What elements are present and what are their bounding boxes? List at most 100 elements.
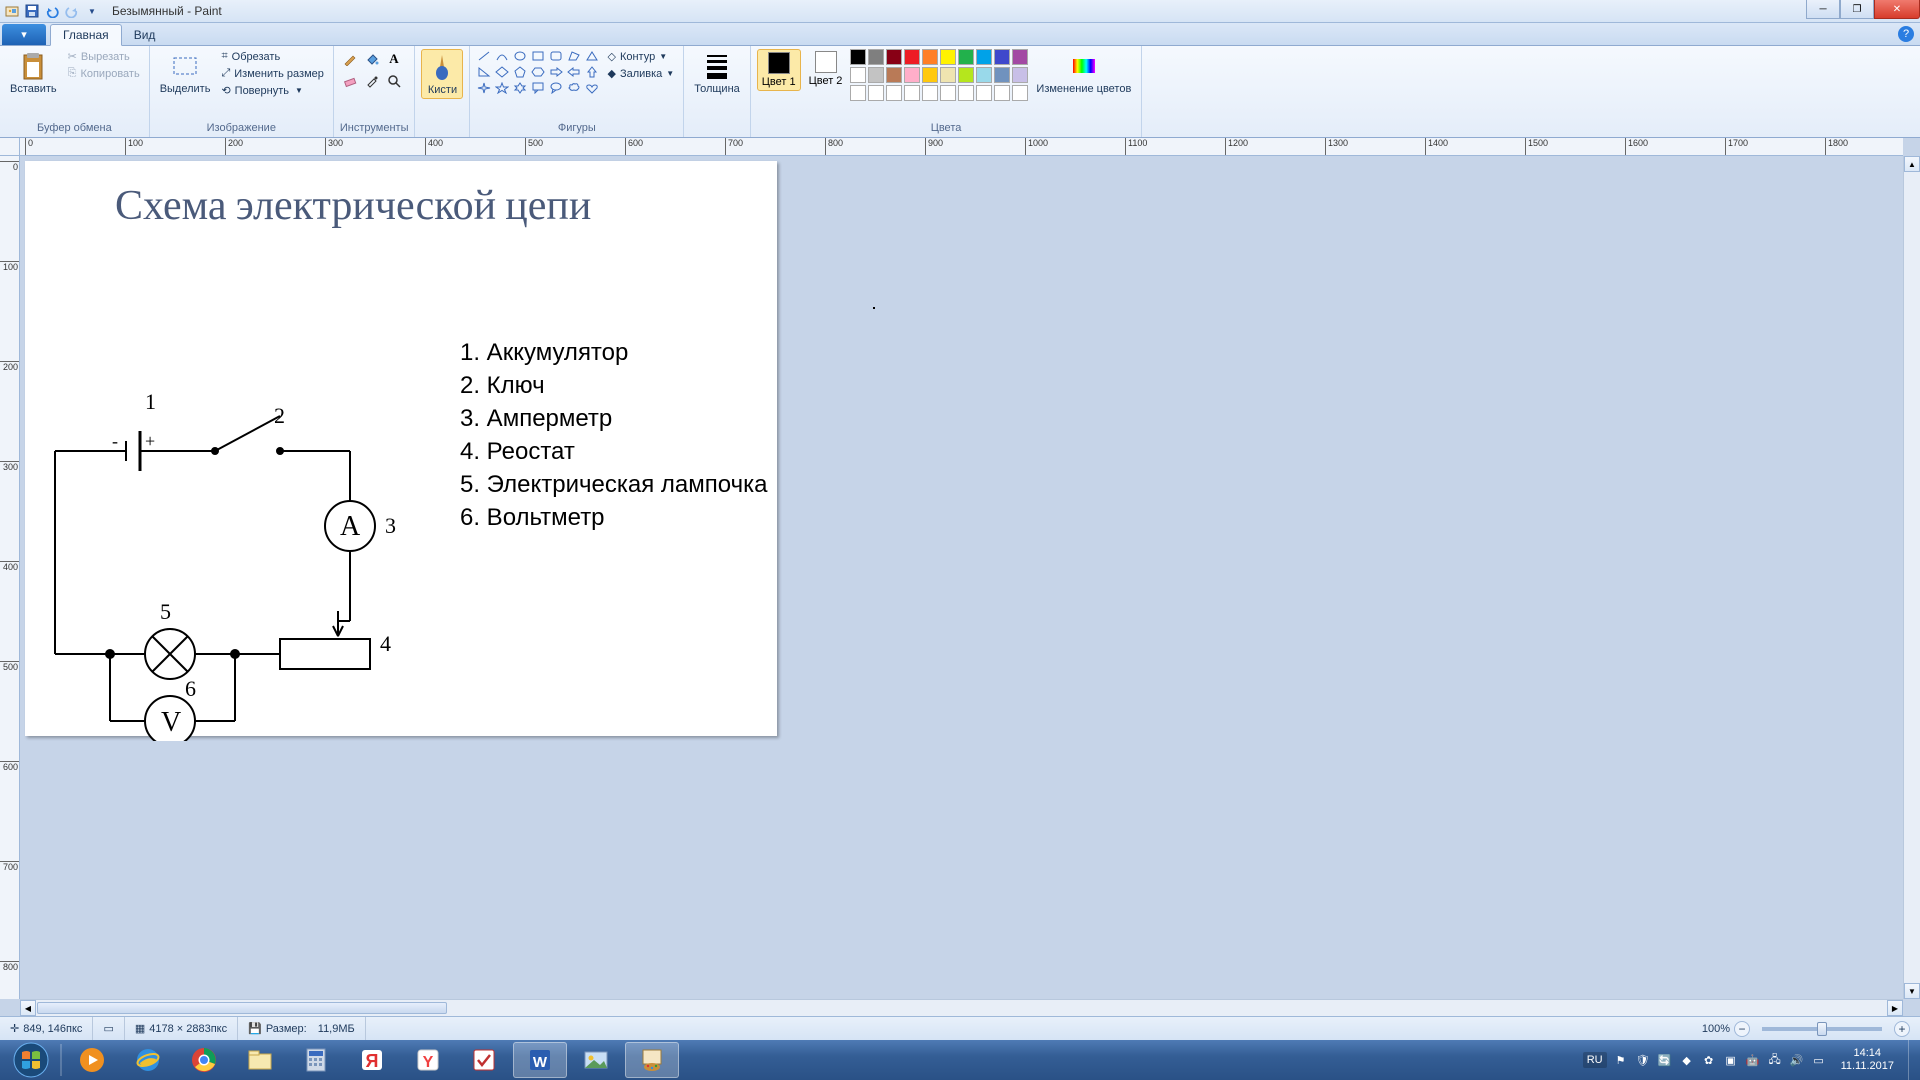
tray-flag-icon[interactable]: ⚑ bbox=[1613, 1052, 1629, 1068]
color1-button[interactable]: Цвет 1 bbox=[757, 49, 801, 91]
palette-color[interactable] bbox=[1012, 67, 1028, 83]
minimize-button[interactable]: ─ bbox=[1806, 0, 1840, 19]
palette-color[interactable] bbox=[940, 49, 956, 65]
palette-color[interactable] bbox=[958, 49, 974, 65]
taskbar-wmp[interactable] bbox=[65, 1042, 119, 1078]
shape-oval[interactable] bbox=[512, 49, 528, 63]
zoom-out-button[interactable]: − bbox=[1734, 1021, 1750, 1037]
shape-star4[interactable] bbox=[476, 81, 492, 95]
redo-icon[interactable] bbox=[64, 3, 80, 19]
tab-home[interactable]: Главная bbox=[50, 24, 122, 46]
shape-star6[interactable] bbox=[512, 81, 528, 95]
copy-button[interactable]: ⎘Копировать bbox=[65, 66, 143, 81]
palette-color[interactable] bbox=[886, 49, 902, 65]
shape-callout-rect[interactable] bbox=[530, 81, 546, 95]
start-button[interactable] bbox=[4, 1040, 58, 1080]
palette-color[interactable] bbox=[994, 67, 1010, 83]
palette-color[interactable] bbox=[886, 67, 902, 83]
vertical-scrollbar[interactable]: ▲ ▼ bbox=[1903, 156, 1920, 999]
scroll-thumb[interactable] bbox=[37, 1002, 447, 1014]
magnifier-tool[interactable] bbox=[384, 71, 404, 91]
tray-app1-icon[interactable]: ◆ bbox=[1679, 1052, 1695, 1068]
tray-shield-icon[interactable]: 🛡 bbox=[1635, 1052, 1651, 1068]
shape-heart[interactable] bbox=[584, 81, 600, 95]
scroll-down-button[interactable]: ▼ bbox=[1904, 983, 1920, 999]
fill-button[interactable]: ◆Заливка▼ bbox=[604, 66, 677, 81]
show-desktop-button[interactable] bbox=[1908, 1040, 1918, 1080]
tray-android-icon[interactable]: 🤖 bbox=[1745, 1052, 1761, 1068]
paste-button[interactable]: Вставить bbox=[6, 49, 61, 97]
tray-network-icon[interactable]: 🖧 bbox=[1767, 1052, 1783, 1068]
palette-color[interactable] bbox=[850, 85, 866, 101]
shape-star5[interactable] bbox=[494, 81, 510, 95]
scroll-left-button[interactable]: ◀ bbox=[20, 1000, 36, 1016]
shape-pentagon[interactable] bbox=[512, 65, 528, 79]
undo-icon[interactable] bbox=[44, 3, 60, 19]
edit-colors-button[interactable]: Изменение цветов bbox=[1032, 49, 1135, 97]
palette-color[interactable] bbox=[886, 85, 902, 101]
shape-curve[interactable] bbox=[494, 49, 510, 63]
palette-color[interactable] bbox=[1012, 85, 1028, 101]
file-menu-button[interactable]: ▾ bbox=[2, 24, 46, 45]
palette-color[interactable] bbox=[994, 49, 1010, 65]
rotate-button[interactable]: ⟲Повернуть▼ bbox=[218, 83, 326, 98]
cut-button[interactable]: ✂Вырезать bbox=[65, 49, 143, 64]
eraser-tool[interactable] bbox=[340, 71, 360, 91]
select-button[interactable]: Выделить bbox=[156, 49, 215, 97]
tray-app2-icon[interactable]: ✿ bbox=[1701, 1052, 1717, 1068]
canvas[interactable]: Схема электрической цепи 1. Аккумулятор2… bbox=[25, 161, 777, 736]
palette-color[interactable] bbox=[940, 85, 956, 101]
pencil-tool[interactable] bbox=[340, 49, 360, 69]
palette-color[interactable] bbox=[922, 49, 938, 65]
help-button[interactable]: ? bbox=[1898, 26, 1914, 42]
palette-color[interactable] bbox=[868, 85, 884, 101]
picker-tool[interactable] bbox=[362, 71, 382, 91]
taskbar-app-y[interactable]: Y bbox=[401, 1042, 455, 1078]
palette-color[interactable] bbox=[922, 67, 938, 83]
palette-color[interactable] bbox=[850, 49, 866, 65]
crop-button[interactable]: ⌗Обрезать bbox=[218, 49, 326, 64]
taskbar-yandex[interactable]: Я bbox=[345, 1042, 399, 1078]
taskbar-word[interactable]: W bbox=[513, 1042, 567, 1078]
taskbar-ie[interactable] bbox=[121, 1042, 175, 1078]
maximize-button[interactable]: ❐ bbox=[1840, 0, 1874, 19]
shape-callout-cloud[interactable] bbox=[566, 81, 582, 95]
shape-polygon[interactable] bbox=[566, 49, 582, 63]
close-button[interactable]: ✕ bbox=[1874, 0, 1920, 19]
palette-color[interactable] bbox=[1012, 49, 1028, 65]
tray-battery-icon[interactable]: ▭ bbox=[1811, 1052, 1827, 1068]
clock[interactable]: 14:14 11.11.2017 bbox=[1833, 1047, 1902, 1073]
save-icon[interactable] bbox=[24, 3, 40, 19]
taskbar-paint[interactable] bbox=[625, 1042, 679, 1078]
shapes-gallery[interactable] bbox=[476, 49, 600, 95]
palette-color[interactable] bbox=[958, 67, 974, 83]
palette-color[interactable] bbox=[922, 85, 938, 101]
language-indicator[interactable]: RU bbox=[1583, 1052, 1607, 1068]
palette-color[interactable] bbox=[976, 49, 992, 65]
shape-arrow-u[interactable] bbox=[584, 65, 600, 79]
tray-sync-icon[interactable]: 🔄 bbox=[1657, 1052, 1673, 1068]
zoom-thumb[interactable] bbox=[1817, 1022, 1827, 1036]
taskbar-photos[interactable] bbox=[569, 1042, 623, 1078]
tab-view[interactable]: Вид bbox=[122, 25, 168, 45]
size-button[interactable]: Толщина bbox=[690, 49, 744, 97]
taskbar-explorer[interactable] bbox=[233, 1042, 287, 1078]
horizontal-scrollbar[interactable]: ◀ ▶ bbox=[20, 999, 1903, 1016]
palette-color[interactable] bbox=[850, 67, 866, 83]
qat-dropdown-icon[interactable]: ▼ bbox=[84, 3, 100, 19]
palette-color[interactable] bbox=[958, 85, 974, 101]
palette-color[interactable] bbox=[976, 67, 992, 83]
shape-line[interactable] bbox=[476, 49, 492, 63]
shape-diamond[interactable] bbox=[494, 65, 510, 79]
scroll-up-button[interactable]: ▲ bbox=[1904, 156, 1920, 172]
tray-volume-icon[interactable]: 🔊 bbox=[1789, 1052, 1805, 1068]
shape-arrow-r[interactable] bbox=[548, 65, 564, 79]
palette-color[interactable] bbox=[994, 85, 1010, 101]
shape-triangle[interactable] bbox=[584, 49, 600, 63]
shape-rtriangle[interactable] bbox=[476, 65, 492, 79]
taskbar-chrome[interactable] bbox=[177, 1042, 231, 1078]
outline-button[interactable]: ◇Контур▼ bbox=[604, 49, 677, 64]
palette-color[interactable] bbox=[904, 49, 920, 65]
palette-color[interactable] bbox=[940, 67, 956, 83]
resize-button[interactable]: ⤢Изменить размер bbox=[218, 66, 326, 81]
